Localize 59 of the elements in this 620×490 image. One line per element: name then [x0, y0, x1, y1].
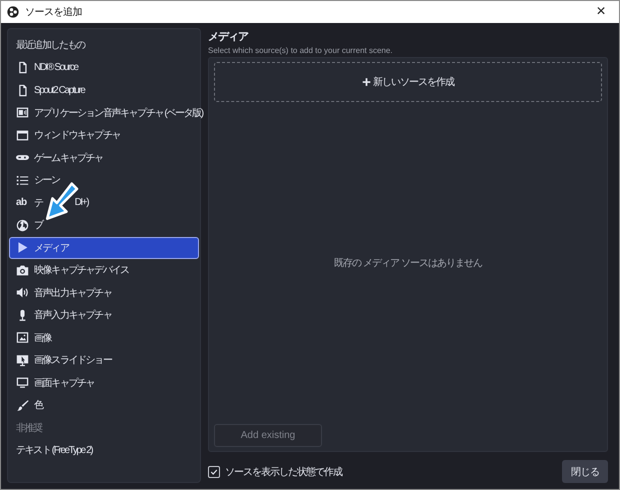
- source-label: 映像キャプチャデバイス: [34, 264, 129, 278]
- source-label: 色: [34, 399, 43, 412]
- source-label: 画像: [34, 332, 52, 345]
- list-icon: [16, 174, 29, 187]
- source-label: シーン: [34, 174, 60, 188]
- source-item[interactable]: ブ: [9, 214, 199, 236]
- brush-icon: [16, 398, 29, 412]
- globe-icon: [16, 218, 29, 232]
- image-icon: [16, 331, 29, 344]
- source-label: DI+): [74, 197, 88, 208]
- empty-message: 既存の メディア ソースはありません: [334, 257, 482, 270]
- source-type-title: メディア: [208, 30, 250, 44]
- source-item[interactable]: ゲームキャプチャ: [9, 146, 199, 169]
- source-item[interactable]: テキスト (FreeType 2): [9, 439, 199, 462]
- source-label: アプリケーション音声キャプチャ (ベータ版): [34, 106, 203, 120]
- source-item[interactable]: 音声出力キャプチャ: [9, 282, 199, 304]
- source-label: テ: [34, 196, 43, 210]
- section-heading: 非推奨: [15, 422, 44, 436]
- source-label: Spout2 Capture: [34, 84, 84, 96]
- checkbox[interactable]: [208, 466, 220, 478]
- monitor-icon: [16, 376, 29, 390]
- play-icon: [16, 241, 29, 254]
- camera-icon: [16, 264, 29, 277]
- source-item[interactable]: 音声入力キャプチャ: [9, 304, 199, 326]
- source-item[interactable]: Spout2 Capture: [9, 79, 199, 102]
- source-item[interactable]: 映像キャプチャデバイス: [9, 259, 199, 282]
- checkmark-icon: [210, 468, 218, 476]
- window-icon: [16, 128, 29, 142]
- source-item[interactable]: 画像: [9, 326, 199, 349]
- source-label: テキスト (FreeType 2): [16, 444, 92, 458]
- create-new-source-button[interactable]: + 新しいソースを作成: [214, 62, 602, 102]
- window-title: ソースを追加: [25, 6, 82, 19]
- source-item[interactable]: ab テ DI+): [9, 192, 199, 214]
- source-label: メディア: [34, 242, 68, 255]
- source-item[interactable]: 色: [9, 394, 199, 416]
- source-label: ゲームキャプチャ: [34, 152, 103, 165]
- close-button[interactable]: ×: [583, 1, 619, 23]
- app-logo-icon: [7, 6, 19, 18]
- close-dialog-button[interactable]: 閉じる: [562, 460, 608, 483]
- source-label: ウィンドウキャプチャ: [34, 128, 120, 142]
- subtitle: Select which source(s) to add to your current scene.: [208, 46, 394, 55]
- source-label: ブ: [34, 218, 43, 232]
- source-item[interactable]: NDI® Source: [9, 56, 199, 79]
- source-label: 音声出力キャプチャ: [34, 286, 112, 300]
- source-item[interactable]: 画面キャプチャ: [9, 372, 199, 394]
- source-label: NDI® Source: [34, 62, 78, 74]
- source-item[interactable]: 画像スライドショー: [9, 349, 199, 372]
- source-label: 画面キャプチャ: [34, 376, 94, 390]
- app-window-icon: [16, 106, 29, 120]
- source-label: 音声入力キャプチャ: [34, 308, 112, 322]
- text-icon: ab: [16, 197, 29, 208]
- source-item[interactable]: ウィンドウキャプチャ: [9, 124, 199, 146]
- source-item[interactable]: メディア: [9, 236, 199, 259]
- source-label: 画像スライドショー: [34, 354, 112, 368]
- source-item[interactable]: シーン: [9, 169, 199, 192]
- slideshow-icon: [16, 354, 29, 367]
- speaker-icon: [16, 286, 29, 300]
- checkbox-label: ソースを表示した状態で作成: [225, 466, 342, 478]
- section-heading: 最近追加したもの: [15, 38, 86, 54]
